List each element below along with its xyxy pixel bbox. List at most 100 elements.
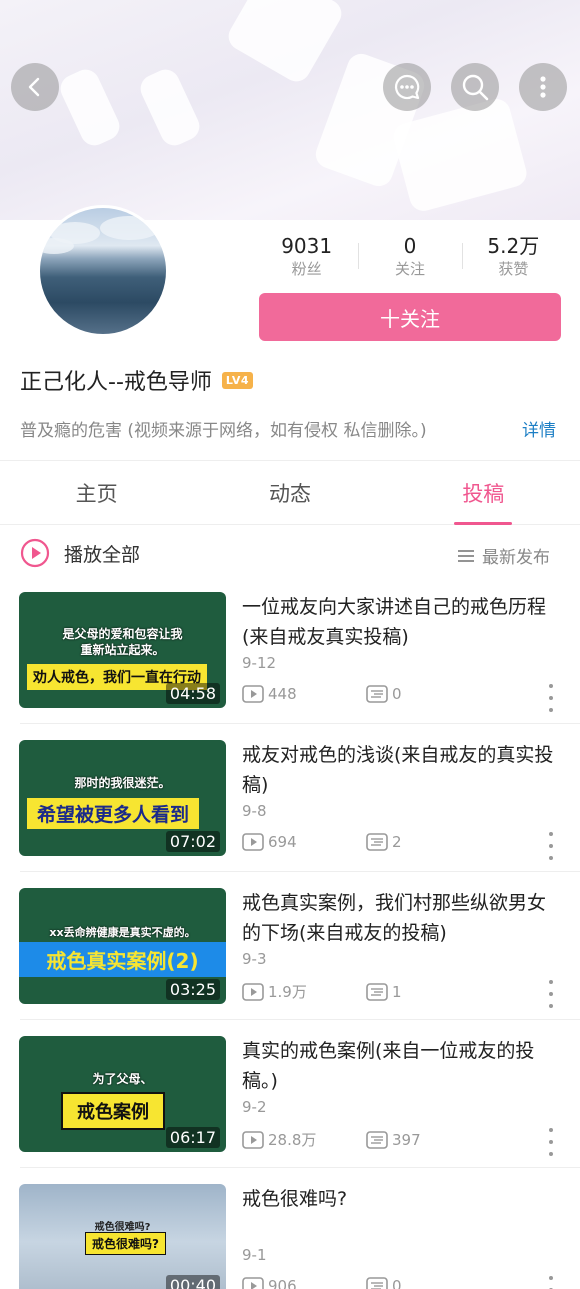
more-options-icon[interactable] bbox=[547, 684, 555, 712]
chat-icon bbox=[395, 74, 420, 100]
profile-banner bbox=[0, 0, 580, 220]
name-row: 正己化人--戒色导师 LV4 bbox=[20, 364, 254, 396]
more-options-icon[interactable] bbox=[547, 832, 555, 860]
video-title: 一位戒友向大家讲述自己的戒色历程(来自戒友真实投稿) bbox=[242, 596, 547, 648]
more-options-icon[interactable] bbox=[547, 980, 555, 1008]
view-count: 448 bbox=[268, 685, 297, 703]
comment-icon bbox=[366, 1277, 388, 1289]
search-icon bbox=[462, 74, 489, 101]
stat-likes[interactable]: 5.2万 获赞 bbox=[461, 233, 565, 283]
video-duration: 04:58 bbox=[165, 683, 220, 704]
play-count-icon bbox=[242, 833, 264, 851]
more-options-icon[interactable] bbox=[547, 1276, 555, 1289]
video-list: 是父母的爱和包容让我重新站立起来。 劝人戒色，我们一直在行动 04:58 一位戒… bbox=[0, 588, 580, 1289]
comment-count: 0 bbox=[392, 1277, 402, 1289]
video-date: 9-2 bbox=[242, 1098, 267, 1116]
stat-value: 0 bbox=[403, 234, 417, 258]
thumbnail-banner: 戒色很难吗? bbox=[85, 1232, 166, 1255]
video-thumbnail[interactable]: 戒色很难吗? 戒色很难吗? 00:40 bbox=[19, 1184, 226, 1289]
more-button[interactable] bbox=[519, 63, 567, 111]
banner-decoration bbox=[56, 65, 124, 150]
video-thumbnail[interactable]: 为了父母、 戒色案例 06:17 bbox=[19, 1036, 226, 1152]
video-meta: 906 0 bbox=[242, 1277, 402, 1289]
video-date: 9-8 bbox=[242, 802, 267, 820]
video-meta: 1.9万 1 bbox=[242, 981, 402, 1002]
search-button[interactable] bbox=[451, 63, 499, 111]
video-duration: 07:02 bbox=[165, 831, 220, 852]
view-count: 28.8万 bbox=[268, 1131, 317, 1149]
stat-value: 9031 bbox=[281, 234, 333, 258]
video-meta: 28.8万 397 bbox=[242, 1129, 421, 1150]
play-count-icon bbox=[242, 1130, 264, 1149]
thumbnail-banner: 戒色真实案例(2) bbox=[19, 942, 226, 977]
play-circle-icon bbox=[20, 538, 50, 568]
video-duration: 03:25 bbox=[165, 979, 220, 1000]
stat-label: 粉丝 bbox=[291, 260, 322, 278]
play-all-label: 播放全部 bbox=[64, 543, 141, 566]
avatar[interactable] bbox=[37, 205, 169, 337]
comment-count: 1 bbox=[392, 982, 402, 1001]
video-item[interactable]: 戒色很难吗? 戒色很难吗? 00:40 戒色很难吗? 9-1 906 0 bbox=[0, 1180, 580, 1289]
play-count-icon bbox=[242, 982, 264, 1001]
video-date: 9-12 bbox=[242, 654, 277, 672]
profile-tabs: 主页 动态 投稿 bbox=[0, 461, 580, 525]
follow-button[interactable]: 十关注 bbox=[259, 293, 561, 341]
comment-icon bbox=[366, 685, 388, 703]
video-meta: 448 0 bbox=[242, 685, 402, 703]
more-vertical-icon bbox=[540, 76, 546, 98]
message-button[interactable] bbox=[383, 63, 431, 111]
play-all-button[interactable]: 播放全部 bbox=[20, 538, 140, 568]
sort-label: 最新发布 bbox=[482, 548, 550, 568]
bio-text: 普及瘾的危害 (视频来源于网络，如有侵权 私信删除。) bbox=[20, 421, 427, 441]
video-item[interactable]: 为了父母、 戒色案例 06:17 真实的戒色案例(来自一位戒友的投稿。) 9-2… bbox=[0, 1032, 580, 1180]
comment-count: 2 bbox=[392, 833, 402, 851]
detail-link[interactable]: 详情 bbox=[522, 416, 556, 441]
comment-count: 397 bbox=[392, 1130, 421, 1149]
comment-count: 0 bbox=[392, 685, 402, 703]
user-name: 正己化人--戒色导师 bbox=[20, 370, 212, 395]
video-thumbnail[interactable]: 那时的我很迷茫。 希望被更多人看到 07:02 bbox=[19, 740, 226, 856]
banner-decoration bbox=[223, 0, 347, 87]
back-button[interactable] bbox=[11, 63, 59, 111]
list-icon bbox=[458, 549, 474, 562]
video-item[interactable]: 那时的我很迷茫。 希望被更多人看到 07:02 戒友对戒色的浅谈(来自戒友的真实… bbox=[0, 736, 580, 884]
video-date: 9-3 bbox=[242, 950, 267, 968]
banner-decoration bbox=[136, 65, 204, 150]
sort-button[interactable]: 最新发布 bbox=[458, 543, 550, 568]
comment-icon bbox=[366, 982, 388, 1001]
tab-home[interactable]: 主页 bbox=[0, 461, 193, 524]
video-title: 戒色很难吗? bbox=[242, 1188, 348, 1210]
video-thumbnail[interactable]: xx丢命辨健康是真实不虚的。 戒色真实案例(2) 03:25 bbox=[19, 888, 226, 1004]
tab-dynamics[interactable]: 动态 bbox=[193, 461, 386, 524]
stat-fans[interactable]: 9031 粉丝 bbox=[255, 233, 358, 283]
more-options-icon[interactable] bbox=[547, 1128, 555, 1156]
video-thumbnail[interactable]: 是父母的爱和包容让我重新站立起来。 劝人戒色，我们一直在行动 04:58 bbox=[19, 592, 226, 708]
video-item[interactable]: xx丢命辨健康是真实不虚的。 戒色真实案例(2) 03:25 戒色真实案例，我们… bbox=[0, 884, 580, 1032]
comment-icon bbox=[366, 833, 388, 851]
play-count-icon bbox=[242, 685, 264, 703]
level-badge: LV4 bbox=[221, 371, 254, 389]
video-item[interactable]: 是父母的爱和包容让我重新站立起来。 劝人戒色，我们一直在行动 04:58 一位戒… bbox=[0, 588, 580, 736]
back-icon bbox=[28, 77, 40, 97]
video-title: 真实的戒色案例(来自一位戒友的投稿。) bbox=[242, 1040, 535, 1092]
thumbnail-caption: xx丢命辨健康是真实不虚的。 bbox=[49, 926, 196, 939]
thumbnail-caption: 是父母的爱和包容让我重新站立起来。 bbox=[62, 627, 183, 657]
comment-icon bbox=[366, 1130, 388, 1149]
view-count: 694 bbox=[268, 833, 297, 851]
video-duration: 06:17 bbox=[165, 1127, 220, 1148]
stat-value: 5.2万 bbox=[487, 234, 540, 258]
video-title: 戒色真实案例，我们村那些纵欲男女的下场(来自戒友的投稿) bbox=[242, 892, 547, 944]
view-count: 906 bbox=[268, 1277, 297, 1289]
view-count: 1.9万 bbox=[268, 983, 307, 1001]
video-title: 戒友对戒色的浅谈(来自戒友的真实投稿) bbox=[242, 744, 554, 796]
thumbnail-caption: 那时的我很迷茫。 bbox=[74, 776, 171, 790]
tab-submissions[interactable]: 投稿 bbox=[387, 461, 580, 525]
stat-following[interactable]: 0 关注 bbox=[358, 233, 461, 283]
thumbnail-caption: 戒色很难吗? bbox=[94, 1222, 151, 1233]
thumbnail-banner: 戒色案例 bbox=[61, 1092, 165, 1130]
video-duration: 00:40 bbox=[165, 1275, 220, 1289]
video-meta: 694 2 bbox=[242, 833, 402, 851]
stat-label: 关注 bbox=[394, 260, 425, 278]
thumbnail-caption: 为了父母、 bbox=[92, 1072, 153, 1086]
thumbnail-banner: 希望被更多人看到 bbox=[27, 798, 200, 829]
